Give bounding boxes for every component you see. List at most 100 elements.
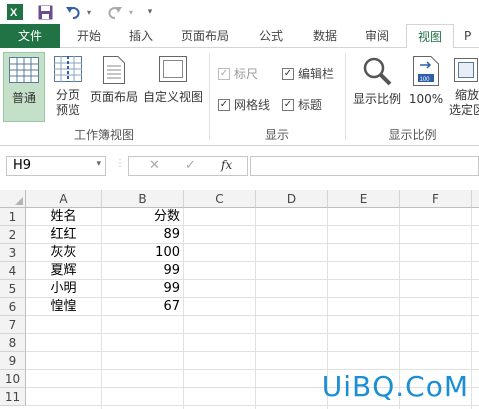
row-header[interactable]: 11 [0, 388, 26, 406]
tab-review[interactable]: 审阅 [354, 24, 400, 48]
headings-checkbox[interactable]: ✓ 标题 [282, 96, 322, 113]
insert-function-icon[interactable]: fx [221, 158, 232, 172]
row-header[interactable]: 9 [0, 352, 26, 370]
gridlines-check-icon: ✓ [218, 98, 230, 111]
undo-dropdown-icon[interactable]: ▾ [84, 3, 94, 21]
cell-a5[interactable]: 小明 [26, 280, 102, 298]
zoom-100-icon: 100 [413, 56, 439, 86]
tab-home[interactable]: 开始 [66, 24, 112, 48]
cell-b6[interactable]: 67 [102, 298, 184, 316]
column-header-b[interactable]: B [102, 190, 184, 208]
cell-b2[interactable]: 89 [102, 226, 184, 244]
zoom-label: 显示比例 [352, 92, 401, 106]
headings-check-icon: ✓ [282, 98, 294, 111]
zoom-selection-label-1: 缩放 [455, 88, 479, 102]
redo-icon[interactable] [106, 3, 124, 21]
page-break-label-1: 分页 [55, 88, 80, 102]
zoom-button[interactable]: 显示比例 [350, 52, 404, 122]
tab-page-layout[interactable]: 页面布局 [172, 24, 238, 48]
svg-text:100: 100 [420, 77, 431, 83]
gridlines-label: 网格线 [234, 98, 271, 112]
cancel-icon[interactable]: ✕ [149, 158, 160, 173]
custom-views-button[interactable]: 自定义视图 [141, 52, 205, 122]
excel-icon[interactable]: X [6, 3, 24, 21]
enter-icon[interactable]: ✓ [185, 158, 196, 173]
page-break-icon [54, 56, 82, 82]
column-header-a[interactable]: A [26, 190, 102, 208]
page-layout-label: 页面布局 [89, 90, 138, 104]
cell-b5[interactable]: 99 [102, 280, 184, 298]
page-break-preview-button[interactable]: 分页 预览 [48, 52, 88, 122]
formula-input[interactable] [250, 156, 479, 176]
cell-a4[interactable]: 夏辉 [26, 262, 102, 280]
row-header[interactable]: 5 [0, 280, 26, 298]
svg-text:X: X [10, 7, 18, 19]
tab-partial[interactable]: P [464, 24, 479, 48]
corner-triangle-icon [15, 197, 23, 205]
row-header[interactable]: 8 [0, 334, 26, 352]
column-header-g[interactable] [472, 190, 479, 208]
cell-b1[interactable]: 分数 [102, 208, 184, 226]
group-show-label: 显示 [264, 128, 289, 142]
tab-formulas[interactable]: 公式 [248, 24, 294, 48]
save-icon[interactable] [36, 3, 54, 21]
zoom-to-selection-button[interactable]: 缩放 选定区 [447, 52, 479, 122]
page-layout-view-button[interactable]: 页面布局 [88, 52, 140, 122]
group-workbook-views-label: 工作簿视图 [73, 128, 134, 142]
name-box[interactable]: H9 ▾ [6, 156, 106, 176]
row-header[interactable]: 1 [0, 208, 26, 226]
tab-file[interactable]: 文件 [0, 24, 60, 48]
zoom-100-button[interactable]: 100 100% [406, 52, 446, 122]
ribbon-tabs: 文件 开始 插入 页面布局 公式 数据 审阅 视图 P [0, 24, 479, 49]
headings-label: 标题 [298, 98, 323, 112]
zoom-selection-icon [454, 58, 478, 82]
column-header-f[interactable]: F [400, 190, 472, 208]
chevron-down-icon[interactable]: ▾ [96, 159, 101, 169]
column-header-e[interactable]: E [328, 190, 400, 208]
cell-a2[interactable]: 红红 [26, 226, 102, 244]
zoom-100-label: 100% [408, 92, 444, 106]
redo-dropdown-icon[interactable]: ▾ [126, 3, 136, 21]
cell-a3[interactable]: 灰灰 [26, 244, 102, 262]
formula-controls: ✕ ✓ fx [128, 156, 248, 176]
cell-b3[interactable]: 100 [102, 244, 184, 262]
worksheet-grid: A B C D E F 1 2 3 4 5 6 7 8 9 10 11 姓名 分… [0, 186, 479, 409]
row-header[interactable]: 10 [0, 370, 26, 388]
cell-a1[interactable]: 姓名 [26, 208, 102, 226]
ruler-check-icon: ✓ [218, 67, 230, 80]
normal-view-button[interactable]: 普通 [3, 52, 45, 122]
tab-insert[interactable]: 插入 [118, 24, 164, 48]
custom-views-icon [159, 56, 187, 82]
normal-view-icon [9, 57, 39, 83]
page-break-label-2: 预览 [55, 103, 80, 117]
row-header[interactable]: 4 [0, 262, 26, 280]
watermark-text: UiBQ.CoM [321, 370, 469, 403]
row-header[interactable]: 2 [0, 226, 26, 244]
formula-bar-checkbox[interactable]: ✓ 编辑栏 [282, 65, 334, 82]
quick-access-toolbar: X ▾ ▾ ▾ [0, 0, 479, 24]
name-box-value: H9 [13, 158, 32, 173]
row-header[interactable]: 7 [0, 316, 26, 334]
tab-view[interactable]: 视图 [406, 24, 454, 49]
select-all-corner[interactable] [0, 190, 26, 208]
column-header-d[interactable]: D [256, 190, 328, 208]
custom-views-label: 自定义视图 [142, 90, 203, 104]
magnifier-icon [363, 57, 392, 86]
customize-qat-icon[interactable]: ▾ [144, 3, 156, 21]
ruler-label: 标尺 [234, 67, 259, 81]
zoom-selection-label-2: 选定区 [449, 103, 479, 117]
row-header[interactable]: 6 [0, 298, 26, 316]
column-header-c[interactable]: C [184, 190, 256, 208]
row-header[interactable]: 3 [0, 244, 26, 262]
group-zoom-label: 显示比例 [388, 128, 437, 142]
undo-icon[interactable] [64, 3, 82, 21]
formula-bar-check-icon: ✓ [282, 67, 294, 80]
gridlines-checkbox[interactable]: ✓ 网格线 [218, 96, 270, 113]
formula-bar-label: 编辑栏 [298, 67, 335, 81]
cell-a6[interactable]: 惶惶 [26, 298, 102, 316]
tab-data[interactable]: 数据 [302, 24, 348, 48]
ruler-checkbox[interactable]: ✓ 标尺 [218, 65, 258, 82]
cell-b4[interactable]: 99 [102, 262, 184, 280]
page-layout-icon [103, 56, 125, 84]
formula-bar: H9 ▾ ⋮ ✕ ✓ fx [0, 146, 479, 186]
